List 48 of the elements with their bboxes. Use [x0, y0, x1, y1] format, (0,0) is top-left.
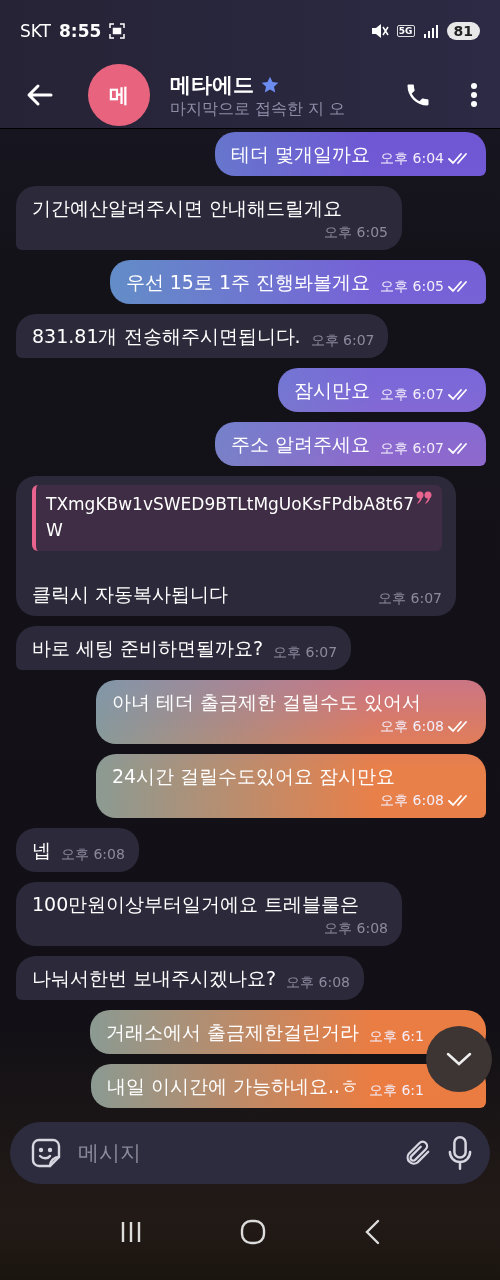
carrier-label: SKT [20, 21, 51, 41]
message-time: 오후 6:08 [61, 846, 125, 864]
message-time: 오후 6:08 [380, 718, 444, 736]
message-text: 24시간 걸릴수도있어요 잠시만요 [112, 764, 396, 789]
quote-block[interactable]: TXmgKBw1vSWED9BTLtMgUoKsFPdbA8t67W [32, 485, 442, 551]
message-time: 오후 6:07 [380, 386, 444, 404]
message-text: 바로 세팅 준비하면될까요? [32, 636, 264, 661]
message-text: 거래소에서 출금제한걸린거라 [105, 1020, 359, 1045]
message-text: 잠시만요 [294, 378, 371, 403]
message-text: 나눠서한번 보내주시겠나요? [32, 966, 277, 991]
screenshot-icon [109, 23, 126, 39]
message-text: 기간예산알려주시면 안내해드릴게요 [32, 196, 343, 221]
last-seen-status: 마지막으로 접속한 지 오 [170, 98, 347, 120]
network-badge: 5G [396, 25, 415, 37]
message-text: 테더 몇개일까요 [231, 142, 371, 167]
message-text: 831.81개 전송해주시면됩니다. [32, 324, 301, 349]
message-time: 오후 6:07 [310, 332, 375, 350]
message-composer[interactable]: 메시지 [10, 1122, 490, 1184]
message-time: 오후 6:07 [273, 644, 338, 662]
contact-name: 메타에드 [170, 71, 254, 99]
message-input-field[interactable]: 메시지 [76, 1140, 388, 1166]
message-text: 우선 15로 1주 진행봐볼게요 [125, 270, 371, 295]
message-time: 오후 6:07 [378, 590, 442, 608]
message-time: 오후 6:1 [369, 1028, 424, 1046]
message-time: 오후 6:1 [369, 1082, 424, 1100]
signal-icon [422, 24, 439, 38]
message-time: 오후 6:08 [286, 974, 350, 992]
message-time: 오후 6:08 [324, 920, 388, 938]
battery-level: 81 [446, 22, 480, 40]
message-time: 오후 6:07 [380, 440, 444, 458]
message-text: 주소 알려주세요 [231, 432, 371, 457]
message-text: 넵 [32, 838, 51, 863]
quote-icon [416, 491, 432, 505]
message-time: 오후 6:05 [380, 278, 444, 296]
message-time: 오후 6:08 [380, 792, 444, 810]
message-text: 클릭시 자동복사됩니다 [32, 582, 229, 607]
message-text: 100만원이상부터일거에요 트레블룰은 [32, 892, 360, 917]
message-time: 오후 6:04 [380, 150, 444, 168]
mute-icon [370, 23, 389, 39]
more-icon [470, 82, 478, 108]
sticker-icon[interactable] [30, 1137, 62, 1169]
microphone-icon[interactable] [446, 1135, 474, 1171]
message-text: 내일 이시간에 가능하네요..ㅎ [106, 1074, 359, 1099]
clock: 8:55 [59, 21, 102, 41]
message-time: 오후 6:05 [324, 224, 388, 242]
quote-text: TXmgKBw1vSWED9BTLtMgUoKsFPdbA8t67W [46, 493, 416, 542]
chevron-down-icon [445, 1051, 473, 1067]
message-text: 아녀 테더 출금제한 걸릴수도 있어서 [112, 690, 422, 715]
